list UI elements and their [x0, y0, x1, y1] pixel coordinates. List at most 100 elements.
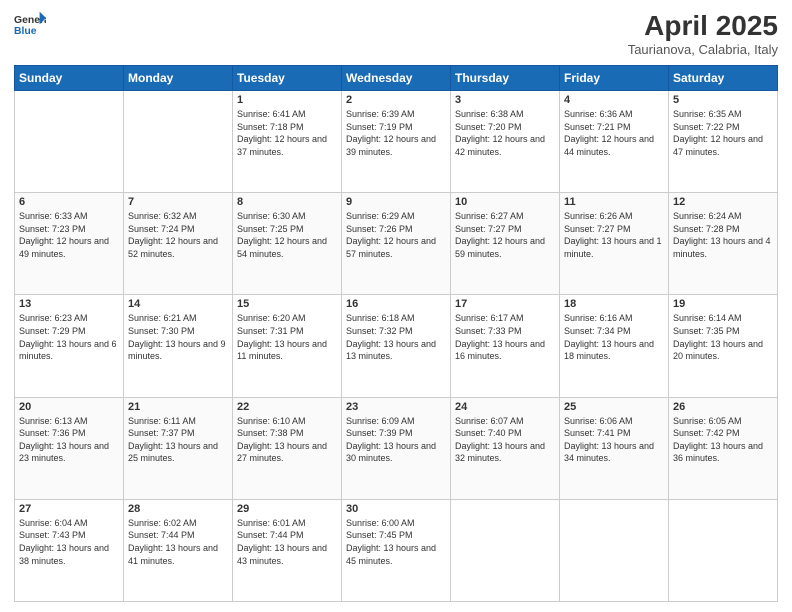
month-title: April 2025 — [628, 10, 778, 42]
day-number: 9 — [346, 196, 446, 208]
day-number: 10 — [455, 196, 555, 208]
day-number: 16 — [346, 298, 446, 310]
table-row: 16 Sunrise: 6:18 AMSunset: 7:32 PMDayligh… — [342, 295, 451, 397]
col-tuesday: Tuesday — [233, 66, 342, 91]
day-number: 22 — [237, 401, 337, 413]
day-number: 12 — [673, 196, 773, 208]
day-number: 30 — [346, 503, 446, 515]
table-row: 10Sunrise: 6:27 AMSunset: 7:27 PMDayligh… — [451, 193, 560, 295]
day-number: 15 — [237, 298, 337, 310]
day-info: Sunrise: 6:13 AMSunset: 7:36 PMDaylight:… — [19, 415, 119, 465]
header: General Blue April 2025 Taurianova, Cala… — [14, 10, 778, 57]
col-monday: Monday — [124, 66, 233, 91]
day-number: 7 — [128, 196, 228, 208]
day-number: 4 — [564, 94, 664, 106]
calendar-week-row: 13 Sunrise: 6:23 AMSunset: 7:29 PMDayligh… — [15, 295, 778, 397]
day-number: 2 — [346, 94, 446, 106]
table-row: 13 Sunrise: 6:23 AMSunset: 7:29 PMDayligh… — [15, 295, 124, 397]
day-info: Sunrise: 6:39 AMSunset: 7:19 PMDaylight:… — [346, 108, 446, 158]
calendar-week-row: 1Sunrise: 6:41 AMSunset: 7:18 PMDaylight… — [15, 91, 778, 193]
day-number: 3 — [455, 94, 555, 106]
table-row: 6 Sunrise: 6:33 AMSunset: 7:23 PMDaylight… — [15, 193, 124, 295]
day-info: Sunrise: 6:21 AMSunset: 7:30 PMDaylight:… — [128, 312, 228, 362]
table-row: 5 Sunrise: 6:35 AMSunset: 7:22 PMDaylight… — [669, 91, 778, 193]
day-number: 24 — [455, 401, 555, 413]
table-row: 23Sunrise: 6:09 AMSunset: 7:39 PMDayligh… — [342, 397, 451, 499]
day-info: Sunrise: 6:17 AMSunset: 7:33 PMDaylight:… — [455, 312, 555, 362]
day-info: Sunrise: 6:02 AMSunset: 7:44 PMDaylight:… — [128, 517, 228, 567]
day-info: Sunrise: 6:16 AMSunset: 7:34 PMDaylight:… — [564, 312, 664, 362]
table-row: 1Sunrise: 6:41 AMSunset: 7:18 PMDaylight… — [233, 91, 342, 193]
table-row — [669, 499, 778, 601]
table-row — [124, 91, 233, 193]
day-number: 14 — [128, 298, 228, 310]
table-row: 27Sunrise: 6:04 AMSunset: 7:43 PMDayligh… — [15, 499, 124, 601]
day-number: 19 — [673, 298, 773, 310]
page: General Blue April 2025 Taurianova, Cala… — [0, 0, 792, 612]
col-thursday: Thursday — [451, 66, 560, 91]
table-row: 19 Sunrise: 6:14 AMSunset: 7:35 PMDayligh… — [669, 295, 778, 397]
col-friday: Friday — [560, 66, 669, 91]
day-number: 5 — [673, 94, 773, 106]
table-row: 30 Sunrise: 6:00 AMSunset: 7:45 PMDayligh… — [342, 499, 451, 601]
table-row: 8 Sunrise: 6:30 AMSunset: 7:25 PMDaylight… — [233, 193, 342, 295]
subtitle: Taurianova, Calabria, Italy — [628, 42, 778, 57]
day-info: Sunrise: 6:32 AMSunset: 7:24 PMDaylight:… — [128, 210, 228, 260]
table-row: 29 Sunrise: 6:01 AMSunset: 7:44 PMDayligh… — [233, 499, 342, 601]
calendar-week-row: 20 Sunrise: 6:13 AMSunset: 7:36 PMDayligh… — [15, 397, 778, 499]
day-number: 13 — [19, 298, 119, 310]
col-saturday: Saturday — [669, 66, 778, 91]
day-info: Sunrise: 6:18 AMSunset: 7:32 PMDaylight:… — [346, 312, 446, 362]
day-info: Sunrise: 6:20 AMSunset: 7:31 PMDaylight:… — [237, 312, 337, 362]
calendar-week-row: 6 Sunrise: 6:33 AMSunset: 7:23 PMDaylight… — [15, 193, 778, 295]
table-row — [15, 91, 124, 193]
day-info: Sunrise: 6:38 AMSunset: 7:20 PMDaylight:… — [455, 108, 555, 158]
table-row: 2 Sunrise: 6:39 AMSunset: 7:19 PMDaylight… — [342, 91, 451, 193]
day-info: Sunrise: 6:14 AMSunset: 7:35 PMDaylight:… — [673, 312, 773, 362]
table-row: 4 Sunrise: 6:36 AMSunset: 7:21 PMDaylight… — [560, 91, 669, 193]
day-number: 26 — [673, 401, 773, 413]
logo: General Blue — [14, 10, 46, 42]
table-row: 24Sunrise: 6:07 AMSunset: 7:40 PMDayligh… — [451, 397, 560, 499]
day-number: 29 — [237, 503, 337, 515]
title-block: April 2025 Taurianova, Calabria, Italy — [628, 10, 778, 57]
day-number: 6 — [19, 196, 119, 208]
calendar-table: Sunday Monday Tuesday Wednesday Thursday… — [14, 65, 778, 602]
day-info: Sunrise: 6:23 AMSunset: 7:29 PMDaylight:… — [19, 312, 119, 362]
day-info: Sunrise: 6:04 AMSunset: 7:43 PMDaylight:… — [19, 517, 119, 567]
col-sunday: Sunday — [15, 66, 124, 91]
day-info: Sunrise: 6:26 AMSunset: 7:27 PMDaylight:… — [564, 210, 664, 260]
calendar-header-row: Sunday Monday Tuesday Wednesday Thursday… — [15, 66, 778, 91]
table-row: 12 Sunrise: 6:24 AMSunset: 7:28 PMDayligh… — [669, 193, 778, 295]
table-row: 25Sunrise: 6:06 AMSunset: 7:41 PMDayligh… — [560, 397, 669, 499]
table-row: 11Sunrise: 6:26 AMSunset: 7:27 PMDayligh… — [560, 193, 669, 295]
table-row: 21 Sunrise: 6:11 AMSunset: 7:37 PMDayligh… — [124, 397, 233, 499]
day-info: Sunrise: 6:05 AMSunset: 7:42 PMDaylight:… — [673, 415, 773, 465]
day-number: 25 — [564, 401, 664, 413]
table-row: 20 Sunrise: 6:13 AMSunset: 7:36 PMDayligh… — [15, 397, 124, 499]
table-row: 14 Sunrise: 6:21 AMSunset: 7:30 PMDayligh… — [124, 295, 233, 397]
day-number: 8 — [237, 196, 337, 208]
day-info: Sunrise: 6:10 AMSunset: 7:38 PMDaylight:… — [237, 415, 337, 465]
table-row — [560, 499, 669, 601]
calendar-week-row: 27Sunrise: 6:04 AMSunset: 7:43 PMDayligh… — [15, 499, 778, 601]
day-number: 21 — [128, 401, 228, 413]
table-row: 18Sunrise: 6:16 AMSunset: 7:34 PMDayligh… — [560, 295, 669, 397]
day-info: Sunrise: 6:11 AMSunset: 7:37 PMDaylight:… — [128, 415, 228, 465]
day-info: Sunrise: 6:33 AMSunset: 7:23 PMDaylight:… — [19, 210, 119, 260]
table-row: 26 Sunrise: 6:05 AMSunset: 7:42 PMDayligh… — [669, 397, 778, 499]
day-number: 28 — [128, 503, 228, 515]
svg-text:Blue: Blue — [14, 26, 37, 37]
day-info: Sunrise: 6:24 AMSunset: 7:28 PMDaylight:… — [673, 210, 773, 260]
day-number: 20 — [19, 401, 119, 413]
day-number: 17 — [455, 298, 555, 310]
table-row: 3 Sunrise: 6:38 AMSunset: 7:20 PMDaylight… — [451, 91, 560, 193]
day-number: 1 — [237, 94, 337, 106]
day-info: Sunrise: 6:35 AMSunset: 7:22 PMDaylight:… — [673, 108, 773, 158]
day-info: Sunrise: 6:00 AMSunset: 7:45 PMDaylight:… — [346, 517, 446, 567]
day-info: Sunrise: 6:30 AMSunset: 7:25 PMDaylight:… — [237, 210, 337, 260]
table-row: 22 Sunrise: 6:10 AMSunset: 7:38 PMDayligh… — [233, 397, 342, 499]
col-wednesday: Wednesday — [342, 66, 451, 91]
day-info: Sunrise: 6:36 AMSunset: 7:21 PMDaylight:… — [564, 108, 664, 158]
day-info: Sunrise: 6:01 AMSunset: 7:44 PMDaylight:… — [237, 517, 337, 567]
